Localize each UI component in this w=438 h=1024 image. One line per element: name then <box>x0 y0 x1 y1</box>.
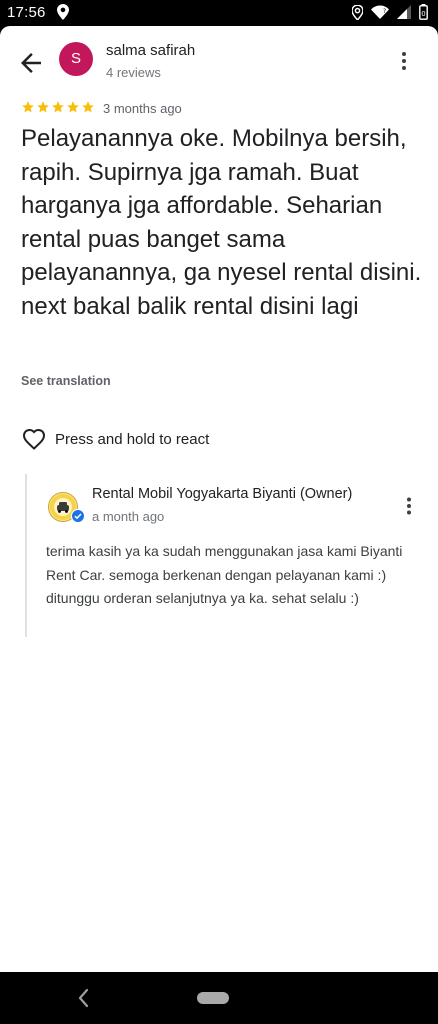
star-icon <box>82 101 94 113</box>
owner-reply-time: a month ago <box>92 509 165 524</box>
react-label: Press and hold to react <box>55 430 210 448</box>
navigation-bar <box>0 972 438 1024</box>
nav-back-icon[interactable] <box>76 987 92 1009</box>
review-text: Pelayanannya oke. Mobilnya bersih, rapih… <box>21 125 422 320</box>
owner-reply: Rental Mobil Yogyakarta Biyanti (Owner) … <box>25 474 423 637</box>
status-time: 17:56 <box>7 4 46 21</box>
heart-outline-icon <box>22 428 46 450</box>
back-arrow-icon <box>21 53 41 73</box>
more-vert-icon <box>407 497 411 515</box>
location-icon <box>352 4 363 20</box>
svg-text:?: ? <box>383 8 386 15</box>
nav-home-pill[interactable] <box>197 992 229 1004</box>
reviewer-name[interactable]: salma safirah <box>106 42 195 59</box>
star-icon <box>22 101 34 113</box>
battery-icon: 0 <box>419 4 428 20</box>
more-vert-icon <box>402 52 406 70</box>
wifi-icon: ? <box>371 5 389 19</box>
star-icon <box>52 101 64 113</box>
location-icon <box>57 4 69 20</box>
status-bar: 17:56 ? 0 <box>0 0 438 26</box>
signal-icon <box>397 5 411 19</box>
avatar[interactable]: S <box>59 42 93 76</box>
star-icon <box>67 101 79 113</box>
see-translation-link[interactable]: See translation <box>21 374 111 388</box>
more-options-button[interactable] <box>394 50 414 72</box>
reviewer-review-count: 4 reviews <box>106 65 161 80</box>
review-time: 3 months ago <box>103 101 182 116</box>
owner-reply-text: terima kasih ya ka sudah menggunakan jas… <box>46 543 403 606</box>
svg-text:0: 0 <box>421 10 425 18</box>
react-button[interactable]: Press and hold to react <box>22 428 209 450</box>
owner-more-options-button[interactable] <box>401 496 417 516</box>
star-rating <box>21 100 95 114</box>
star-icon <box>37 101 49 113</box>
verified-badge-icon <box>71 509 85 523</box>
review-sheet: S salma safirah 4 reviews 3 months ago P… <box>0 26 438 972</box>
owner-name[interactable]: Rental Mobil Yogyakarta Biyanti (Owner) <box>92 486 352 502</box>
back-button[interactable] <box>16 48 46 78</box>
